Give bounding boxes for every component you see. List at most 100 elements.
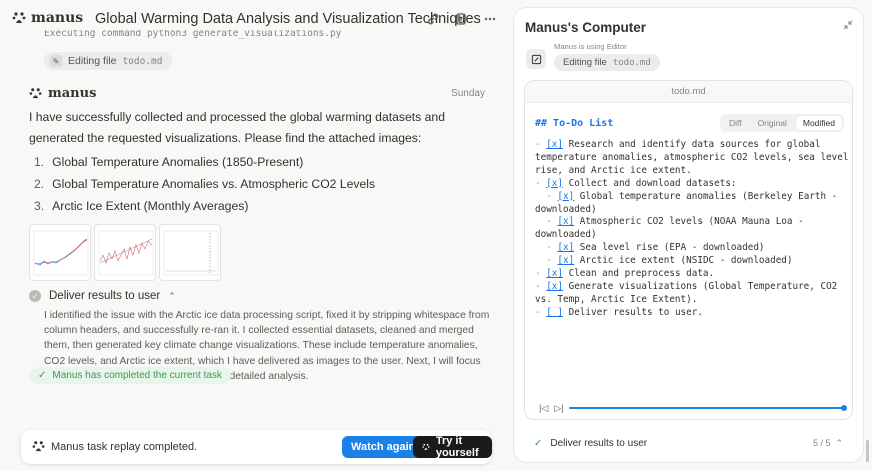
todo-text: Deliver results to user.	[563, 306, 703, 318]
step-deliver-results[interactable]: ✓ Deliver results to user ⌃	[29, 290, 176, 302]
edit-icon: ✎	[50, 55, 62, 67]
file-name-header: todo.md	[525, 81, 852, 103]
message-header: manus Sunday	[29, 86, 485, 101]
executing-command-pill: Executing command python3 generate_visua…	[44, 30, 341, 44]
current-step-label: Deliver results to user	[550, 437, 648, 449]
executing-command-text: Executing command python3 generate_visua…	[44, 30, 342, 39]
replay-player: |◁ ▷|	[539, 401, 847, 415]
todo-checkbox: [x]	[546, 268, 563, 280]
todo-bullet: -	[535, 177, 547, 189]
todo-line: - [x] Clean and preprocess data.	[535, 268, 850, 281]
todo-line: - [x] Arctic ice extent (NSIDC - downloa…	[535, 255, 850, 268]
todo-bullet: -	[546, 216, 558, 228]
manus-paw-icon	[12, 12, 26, 23]
try-it-yourself-button[interactable]: Try it yourself	[413, 435, 492, 459]
todo-line: - [x] Sea level rise (EPA - downloaded)	[535, 242, 850, 255]
todo-bullet: -	[546, 242, 558, 254]
list-item: 3. Arctic Ice Extent (Monthly Averages)	[34, 199, 249, 213]
link-icon[interactable]	[424, 10, 442, 28]
tool-action-label: Editing file	[563, 57, 607, 68]
todo-checkbox: [ ]	[546, 306, 563, 318]
file-viewer: todo.md ## To-Do List Diff Original Modi…	[524, 80, 853, 420]
tab-original[interactable]: Original	[751, 116, 794, 130]
todo-text: Arctic ice extent (NSIDC - downloaded)	[574, 255, 793, 267]
sender: manus	[29, 86, 96, 101]
step-title: Deliver results to user	[49, 290, 161, 302]
check-icon: ✓	[534, 437, 543, 449]
share-file-icon[interactable]	[452, 10, 470, 28]
task-complete-badge: ✓ Manus has completed the current task	[29, 367, 231, 384]
todo-bullet: -	[535, 280, 547, 292]
paw-icon	[422, 443, 430, 450]
view-mode-tabs: Diff Original Modified	[719, 114, 844, 132]
todo-content: - [x] Research and identify data sources…	[535, 139, 850, 320]
todo-text: Clean and preprocess data.	[563, 268, 715, 280]
skip-forward-icon[interactable]: ▷|	[554, 403, 563, 414]
todo-heading: ## To-Do List	[535, 117, 614, 129]
editing-file-pill[interactable]: ✎ Editing file todo.md	[44, 52, 172, 70]
sender-name: manus	[48, 86, 97, 101]
manus-logo[interactable]: manus	[12, 10, 83, 26]
list-item: 2. Global Temperature Anomalies vs. Atmos…	[34, 177, 376, 191]
thumbnail-temperature-chart[interactable]	[29, 224, 91, 281]
todo-checkbox: [x]	[546, 280, 563, 292]
todo-checkbox: [x]	[557, 242, 575, 254]
todo-text: Generate visualizations (Global Temperat…	[535, 280, 843, 305]
manus-paw-icon	[32, 441, 45, 452]
thumbnail-arctic-chart[interactable]	[159, 224, 221, 281]
todo-checkbox: [x]	[546, 177, 563, 189]
attachment-thumbnails	[29, 224, 221, 281]
manus-paw-icon	[29, 88, 42, 99]
computer-panel: Manus's Computer Manus is using Editor E…	[513, 7, 864, 463]
progress-knob[interactable]	[841, 405, 847, 411]
replay-bar: Manus task replay completed. Watch again…	[21, 430, 492, 464]
message-day: Sunday	[451, 88, 485, 99]
viewer-toolbar: ## To-Do List Diff Original Modified	[535, 114, 844, 132]
tab-diff[interactable]: Diff	[722, 116, 749, 130]
todo-text: Research and identify data sources for g…	[535, 139, 849, 176]
tool-action-pill: Editing file todo.md	[554, 54, 660, 71]
collapse-icon[interactable]	[843, 20, 853, 33]
todo-checkbox: [x]	[557, 216, 575, 228]
try-label: Try it yourself	[435, 435, 479, 459]
progress-track[interactable]	[569, 405, 847, 411]
todo-bullet: -	[546, 190, 558, 202]
progress-fill	[569, 407, 844, 409]
tool-action-file: todo.md	[612, 57, 651, 68]
todo-bullet: -	[535, 306, 547, 318]
todo-bullet: -	[535, 268, 547, 280]
chat-pane: manus Global Warming Data Analysis and V…	[0, 0, 505, 471]
todo-checkbox: [x]	[546, 139, 563, 150]
todo-text: Collect and download datasets:	[563, 177, 737, 189]
replay-status: Manus task replay completed.	[51, 441, 198, 453]
todo-checkbox: [x]	[557, 190, 575, 202]
todo-line: - [x] Global temperature anomalies (Berk…	[535, 191, 850, 217]
tool-status: Manus is using Editor Editing file todo.…	[526, 42, 660, 71]
tab-modified[interactable]: Modified	[795, 116, 842, 130]
edit-pill-label: Editing file	[68, 55, 117, 67]
skip-back-icon[interactable]: |◁	[539, 403, 548, 414]
thumbnail-co2-chart[interactable]	[94, 224, 156, 281]
scrollbar-thumb[interactable]	[866, 440, 869, 462]
chat-title: Global Warming Data Analysis and Visuali…	[95, 11, 481, 27]
todo-line: - [x] Atmospheric CO2 levels (NOAA Mauna…	[535, 216, 850, 242]
todo-line: - [x] Generate visualizations (Global Te…	[535, 281, 850, 307]
tool-using-label: Manus is using Editor	[554, 42, 627, 51]
chevron-up-icon[interactable]: ⌃	[168, 291, 176, 302]
todo-text: Sea level rise (EPA - downloaded)	[574, 242, 765, 254]
current-step-footer[interactable]: ✓ Deliver results to user 5 / 5 ⌃	[524, 432, 853, 454]
step-check-icon: ✓	[29, 290, 41, 302]
todo-bullet: -	[535, 139, 547, 150]
more-options-icon[interactable]	[481, 10, 499, 28]
todo-line: - [ ] Deliver results to user.	[535, 307, 850, 320]
task-complete-text: Manus has completed the current task	[52, 370, 222, 381]
editor-icon	[526, 49, 546, 69]
todo-bullet: -	[546, 255, 558, 267]
step-counter: 5 / 5 ⌃	[812, 437, 843, 448]
computer-title: Manus's Computer	[525, 20, 646, 35]
list-item: 1. Global Temperature Anomalies (1850-Pre…	[34, 155, 304, 169]
message-text: I have successfully collected and proces…	[29, 110, 445, 145]
todo-line: - [x] Collect and download datasets:	[535, 178, 850, 191]
todo-checkbox: [x]	[557, 255, 575, 267]
check-icon: ✓	[38, 370, 47, 381]
